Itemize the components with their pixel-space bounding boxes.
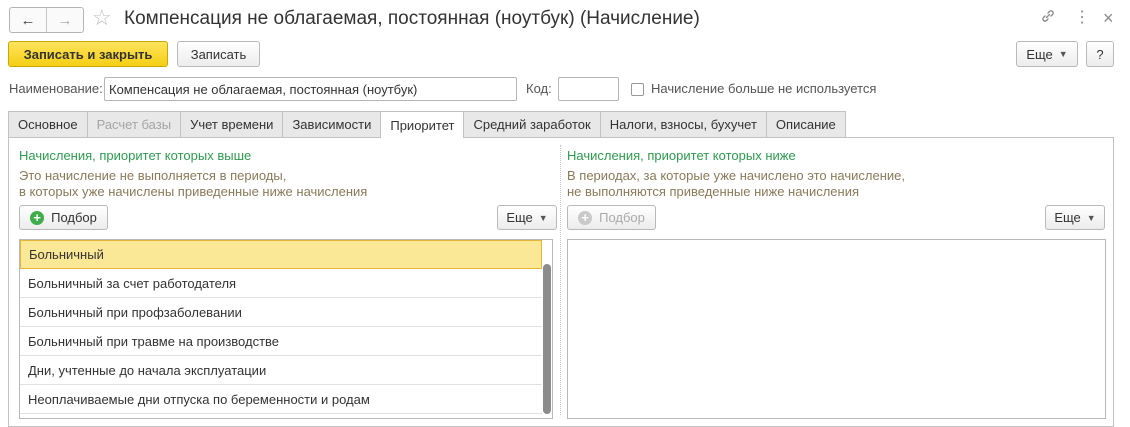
forward-arrow-icon[interactable]: → <box>46 8 83 32</box>
lower-priority-header: Начисления, приоритет которых ниже <box>567 148 796 163</box>
right-pick-label: Подбор <box>599 210 645 225</box>
unused-checkbox[interactable] <box>631 83 644 96</box>
code-label: Код: <box>526 81 552 96</box>
chevron-down-icon: ▼ <box>1058 49 1068 59</box>
chevron-down-icon: ▼ <box>1086 212 1096 223</box>
save-button[interactable]: Записать <box>177 41 260 67</box>
chevron-down-icon: ▼ <box>538 212 548 223</box>
list-item[interactable]: Больничный за счет работодателя <box>20 269 542 298</box>
close-icon[interactable]: × <box>1103 8 1114 28</box>
tab-time-accounting[interactable]: Учет времени <box>180 111 284 137</box>
right-pick-button[interactable]: + Подбор <box>567 205 656 230</box>
left-more-button[interactable]: Еще ▼ <box>497 205 557 230</box>
navigation-buttons: ← → <box>9 7 84 33</box>
tab-bar: Основное Расчет базы Учет времени Зависи… <box>8 111 846 138</box>
help-button[interactable]: ? <box>1086 41 1114 67</box>
list-item[interactable]: Больничный при профзаболевании <box>20 298 542 327</box>
right-more-button[interactable]: Еще ▼ <box>1045 205 1105 230</box>
list-item[interactable]: Дни, учтенные до начала эксплуатации <box>20 356 542 385</box>
more-button[interactable]: Еще ▼ <box>1016 41 1078 67</box>
tab-description[interactable]: Описание <box>765 111 846 137</box>
link-icon[interactable] <box>1040 8 1056 30</box>
lower-priority-list <box>567 239 1106 419</box>
list-item[interactable]: Больничный <box>20 240 542 269</box>
right-more-label: Еще <box>1054 210 1081 225</box>
higher-priority-hint-line1: Это начисление не выполняется в периоды, <box>19 168 287 183</box>
lower-priority-hint-line1: В периодах, за которые уже начислено это… <box>567 168 905 183</box>
code-input[interactable] <box>558 77 619 101</box>
list-item[interactable]: Больничный при травме на производстве <box>20 327 542 356</box>
lower-priority-hint-line2: не выполняются приведенные ниже начислен… <box>567 184 860 199</box>
add-icon: + <box>578 210 593 225</box>
favorite-star-icon[interactable]: ☆ <box>92 6 112 30</box>
list-scrollbar[interactable] <box>543 264 551 414</box>
column-divider <box>560 145 561 415</box>
window-title: Компенсация не облагаемая, постоянная (н… <box>124 8 700 29</box>
unused-checkbox-label: Начисление больше не используется <box>651 81 877 96</box>
left-pick-button[interactable]: + Подбор <box>19 205 108 230</box>
save-and-close-button[interactable]: Записать и закрыть <box>8 41 168 67</box>
tab-base-calculation[interactable]: Расчет базы <box>86 111 182 137</box>
tab-priority[interactable]: Приоритет <box>380 111 465 138</box>
list-item[interactable]: Неоплачиваемые дни отпуска по беременнос… <box>20 385 542 414</box>
name-label: Наименование: <box>9 81 103 96</box>
more-menu-icon[interactable]: ⋮ <box>1074 8 1090 28</box>
tab-taxes[interactable]: Налоги, взносы, бухучет <box>599 111 767 137</box>
higher-priority-header: Начисления, приоритет которых выше <box>19 148 252 163</box>
more-button-label: Еще <box>1026 46 1053 62</box>
tab-main[interactable]: Основное <box>8 111 88 137</box>
tab-dependencies[interactable]: Зависимости <box>282 111 382 137</box>
left-pick-label: Подбор <box>51 210 97 225</box>
left-more-label: Еще <box>506 210 533 225</box>
name-input[interactable] <box>104 77 517 101</box>
higher-priority-hint-line2: в которых уже начислены приведенные ниже… <box>19 184 368 199</box>
higher-priority-list: Больничный Больничный за счет работодате… <box>19 239 553 419</box>
tab-average-earnings[interactable]: Средний заработок <box>463 111 601 137</box>
back-arrow-icon[interactable]: ← <box>10 8 46 32</box>
add-icon: + <box>30 210 45 225</box>
